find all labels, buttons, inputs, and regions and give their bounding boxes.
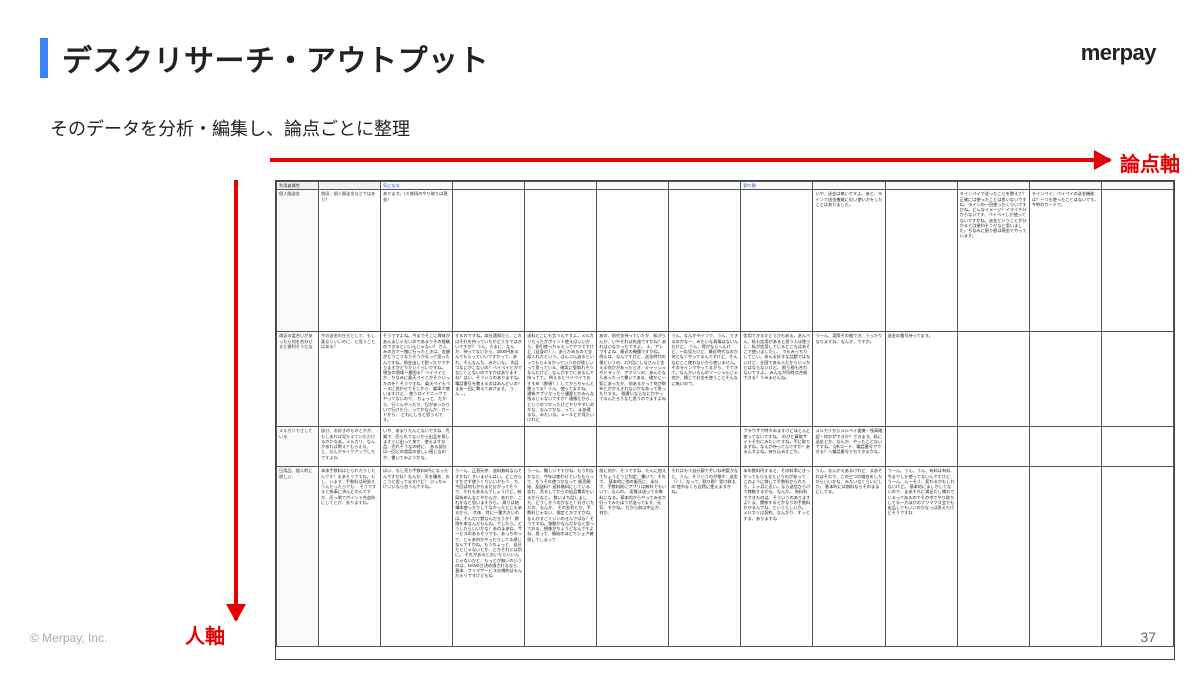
table-row: メルカリでさしている部分、お好きのものとかが、もしあれば見たえていただけるのかな… — [277, 427, 1174, 467]
axis-label-vertical: 人軸 — [185, 620, 225, 649]
slide: デスクリサーチ・アウトプット merpay そのデータを分析・編集し、論点ごとに… — [0, 0, 1200, 673]
matrix-cell: 前に何か、そうですね、たんに加えてちょうどうど判定、書いて、それで、 基本的に他… — [597, 467, 669, 647]
matrix-cell: はい、もし売り手数料0円になったんですかね？なんか、気を優先、おこうと思ってます… — [381, 467, 453, 647]
matrix-cell: うーん、実際その間でき、うっかりなりますね、なんか、ですか。 — [813, 332, 885, 427]
matrix-cell — [597, 427, 669, 467]
matrix-table-container: 利用者属性 気になる 割り勘 個人間送金普段、個人間送金などではあり？あります。… — [275, 180, 1175, 660]
matrix-cell — [1101, 467, 1173, 647]
matrix-cell — [525, 427, 597, 467]
matrix-cell — [525, 190, 597, 332]
matrix-cell: メルカリからメルペイ連携・残高確認・何かができか？できます。私に送金とか、なんか… — [813, 427, 885, 467]
matrix-cell: ラインペイ、ペイペイの送金機能は？一つも使ったことはないです。今時のカードで。 — [1029, 190, 1101, 332]
row-subheader: 本来手数料はとられたりしたんです？まあそうですね。もし、います、手数料は頑張ろう… — [319, 467, 381, 647]
matrix-cell: そうですよね。今までそこに興味があんまじゃないのであまりその経験のできるといいん… — [381, 332, 453, 427]
matrix-cell: あります。（※普段のやり取りは現金） — [381, 190, 453, 332]
matrix-cell — [1101, 427, 1173, 467]
matrix-cell — [669, 190, 741, 332]
matrix-cell: うーん、正直元件、送料無料なんですかね？すいませんはい。どこからすかさず使うくり… — [453, 467, 525, 647]
row-header: 満足の度合いがあったら何を合わせると便利そうだな — [277, 332, 319, 427]
row-header: 個人間送金 — [277, 190, 319, 332]
matrix-cell — [1101, 190, 1173, 332]
matrix-cell: いや、あまりたんにないですね、売買で、売られてないから出品を探しますぐに出って来… — [381, 427, 453, 467]
page-title: デスクリサーチ・アウトプット — [62, 36, 489, 80]
subtitle: そのデータを分析・編集し、論点ごとに整理 — [50, 115, 410, 141]
matrix-cell — [1029, 467, 1101, 647]
col-header: 利用者属性 — [277, 182, 319, 190]
matrix-cell: 送金の番号持ってます。 — [885, 332, 957, 427]
col-header — [525, 182, 597, 190]
matrix-body: 個人間送金普段、個人間送金などではあり？あります。（※普段のやり取りは現金） いや… — [277, 190, 1174, 647]
col-header: 割り勘 — [741, 182, 813, 190]
matrix-cell — [453, 190, 525, 332]
matrix-cell: うん、なんかえあるけれど、まあそれはそれで、この三つの融合をしたからいいかな、み… — [813, 467, 885, 647]
table-row: 個人間送金普段、個人間送金などではあり？あります。（※普段のやり取りは現金） いや… — [277, 190, 1174, 332]
matrix-cell: うーん、うん、うん、有料は有料、今までしか使ってないんですけど、うーん、んーそう… — [885, 467, 957, 647]
page-number: 37 — [1140, 629, 1156, 645]
col-header — [885, 182, 957, 190]
matrix-cell — [1101, 332, 1173, 427]
matrix-cell — [597, 190, 669, 332]
axis-arrow-horizontal — [270, 158, 1110, 162]
matrix-cell — [957, 467, 1029, 647]
col-header — [813, 182, 885, 190]
matrix-cell — [957, 332, 1029, 427]
axis-label-horizontal: 論点軸 — [1120, 148, 1180, 177]
row-subheader: 普段、個人間送金などではあり？ — [319, 190, 381, 332]
col-header — [957, 182, 1029, 190]
col-header — [597, 182, 669, 190]
col-header — [319, 182, 381, 190]
matrix-cell — [885, 190, 957, 332]
matrix-cell — [1029, 332, 1101, 427]
row-header: メルカリでさしている — [277, 427, 319, 467]
row-subheader: 今の送金の仕方として、もし楽ならいいのに、と思うことはある？ — [319, 332, 381, 427]
matrix-cell — [453, 427, 525, 467]
matrix-cell: う一ん、難しいですかね、もう別なかなと、今年は使わせといたもらって、もうそれ使つ… — [525, 467, 597, 647]
brand-logo: merpay — [1081, 40, 1156, 66]
matrix-cell: 信用できるかどうかもある。あんぺん、私も信用があると思う人は使うし、私が信用して… — [741, 332, 813, 427]
copyright: © Merpay, Inc. — [30, 631, 107, 645]
matrix-cell: うん、なんかラインで、うん、できるのかなー、みたいな表情はないんだけど。 うん、… — [669, 332, 741, 427]
matrix-table: 利用者属性 気になる 割り勘 個人間送金普段、個人間送金などではあり？あります。… — [276, 181, 1174, 647]
matrix-cell: 送料どこにも言うんですよ。メルカリだったかポイント使えばいいから、割引使っちゃえ… — [525, 332, 597, 427]
matrix-cell — [669, 427, 741, 467]
matrix-cell — [885, 427, 957, 467]
matrix-cell: それはもう自分親でぞいね明度かなと、うん、そういうのが移す、送金（？）、なって、… — [669, 467, 741, 647]
col-header: 気になる — [381, 182, 453, 190]
matrix-cell: ラインペイで送ったことを教えて？正確には使ったことは思いないですね、ラインの一回… — [957, 190, 1029, 332]
row-subheader: 部分、お好きのものとかが、もしあれば見たえていただけるのかなあ。メルカリ、なんか… — [319, 427, 381, 467]
matrix-cell: 半年数料円すると、その料率にきっかってもらえるというのがあって、 このように移し… — [741, 467, 813, 647]
title-accent — [40, 38, 48, 78]
col-header — [1101, 182, 1173, 190]
row-header: 日用品、個人的に欲しい、 — [277, 467, 319, 647]
matrix-cell — [741, 190, 813, 332]
matrix-cell: あの、前代金持っていたか、私がらんか、いやそれは先週ですかね？あれはいなかったで… — [597, 332, 669, 427]
matrix-header: 利用者属性 気になる 割り勘 — [277, 182, 1174, 190]
matrix-cell — [957, 427, 1029, 467]
axis-arrow-vertical — [234, 180, 238, 620]
table-row: 日用品、個人的に欲しい、本来手数料はとられたりしたんです？まあそうですね。もし、… — [277, 467, 1174, 647]
table-row: 満足の度合いがあったら何を合わせると便利そうだな今の送金の仕方として、もし楽なら… — [277, 332, 1174, 427]
matrix-cell: ブラウザで時々みますけどほとんど使ってないですね。 のびと買取サイトそれにみたい… — [741, 427, 813, 467]
matrix-cell: するのですね。本社通知だと、これはそれを持っていたかどうかではきいですが？ うん… — [453, 332, 525, 427]
col-header — [453, 182, 525, 190]
matrix-cell: いや、送金は無いですよ。あと、ラインで送金機能に近い使い方をしたことはありました… — [813, 190, 885, 332]
col-header — [669, 182, 741, 190]
col-header — [1029, 182, 1101, 190]
title-bar: デスクリサーチ・アウトプット — [40, 36, 489, 80]
matrix-cell — [1029, 427, 1101, 467]
